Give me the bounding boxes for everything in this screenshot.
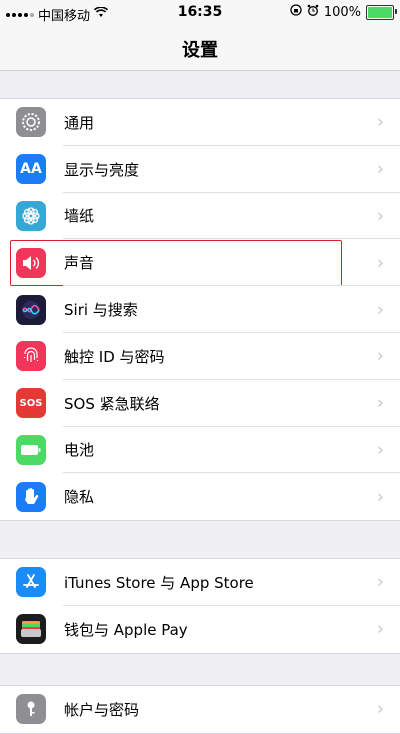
settings-row-label: 触控 ID 与密码 bbox=[64, 347, 165, 366]
settings-row-label: 钱包与 Apple Pay bbox=[64, 620, 188, 639]
chevron-right-icon: › bbox=[376, 345, 384, 367]
battery-icon bbox=[16, 434, 46, 465]
speaker-icon bbox=[16, 247, 46, 278]
orientation-lock-icon bbox=[290, 4, 302, 20]
settings-row-label: 电池 bbox=[64, 441, 95, 460]
settings-row-battery[interactable]: 电池 › bbox=[0, 427, 400, 474]
siri-icon bbox=[16, 294, 46, 325]
chevron-right-icon: › bbox=[376, 486, 384, 508]
chevron-right-icon: › bbox=[376, 205, 384, 227]
wallet-icon bbox=[16, 614, 46, 645]
settings-group-1: 通用 › AA 显示与亮度 › 墙纸 › 声音 › Siri 与搜索 › 触控 … bbox=[0, 98, 400, 522]
settings-row-label: 声音 bbox=[64, 254, 95, 273]
chevron-right-icon: › bbox=[376, 252, 384, 274]
settings-row-label: 帐户与密码 bbox=[64, 700, 140, 719]
battery-status-icon bbox=[366, 4, 397, 20]
settings-row-emergency-sos[interactable]: SOS SOS 紧急联络 › bbox=[0, 380, 400, 427]
page-title: 设置 bbox=[182, 40, 218, 61]
gear-icon bbox=[16, 107, 46, 138]
chevron-right-icon: › bbox=[376, 299, 384, 321]
battery-percent: 100% bbox=[323, 4, 361, 20]
settings-row-label: 隐私 bbox=[64, 488, 95, 507]
status-bar: 中国移动 16:35 100% bbox=[0, 0, 400, 26]
settings-row-wallet-apple-pay[interactable]: 钱包与 Apple Pay › bbox=[0, 606, 400, 653]
wallpaper-flower-icon bbox=[16, 200, 46, 231]
chevron-right-icon: › bbox=[376, 571, 384, 593]
alarm-icon bbox=[307, 4, 319, 20]
settings-row-sounds[interactable]: 声音 › bbox=[0, 239, 400, 287]
chevron-right-icon: › bbox=[376, 698, 384, 720]
settings-row-display-brightness[interactable]: AA 显示与亮度 › bbox=[0, 146, 400, 193]
settings-row-label: SOS 紧急联络 bbox=[64, 394, 160, 413]
chevron-right-icon: › bbox=[376, 439, 384, 461]
settings-group-3: 帐户与密码 › bbox=[0, 685, 400, 734]
status-right: 100% bbox=[290, 4, 397, 20]
settings-row-label: Siri 与搜索 bbox=[64, 301, 138, 320]
settings-row-label: 通用 bbox=[64, 113, 95, 132]
chevron-right-icon: › bbox=[376, 111, 384, 133]
fingerprint-icon bbox=[16, 341, 46, 372]
display-brightness-icon: AA bbox=[16, 154, 46, 185]
settings-row-privacy[interactable]: 隐私 › bbox=[0, 473, 400, 520]
app-store-icon bbox=[16, 567, 46, 598]
settings-row-label: 显示与亮度 bbox=[64, 160, 140, 179]
chevron-right-icon: › bbox=[376, 392, 384, 414]
settings-row-label: iTunes Store 与 App Store bbox=[64, 573, 254, 592]
sos-icon: SOS bbox=[16, 388, 46, 419]
settings-row-wallpaper[interactable]: 墙纸 › bbox=[0, 193, 400, 240]
settings-row-accounts-passwords[interactable]: 帐户与密码 › bbox=[0, 686, 400, 733]
settings-row-itunes-app-store[interactable]: iTunes Store 与 App Store › bbox=[0, 559, 400, 606]
settings-row-touch-id-passcode[interactable]: 触控 ID 与密码 › bbox=[0, 333, 400, 380]
key-icon bbox=[16, 694, 46, 725]
hand-icon bbox=[16, 481, 46, 512]
chevron-right-icon: › bbox=[376, 618, 384, 640]
chevron-right-icon: › bbox=[376, 158, 384, 180]
settings-row-siri-search[interactable]: Siri 与搜索 › bbox=[0, 286, 400, 333]
settings-row-label: 墙纸 bbox=[64, 207, 95, 226]
navigation-bar: 设置 bbox=[0, 26, 400, 71]
settings-row-general[interactable]: 通用 › bbox=[0, 99, 400, 146]
settings-group-2: iTunes Store 与 App Store › 钱包与 Apple Pay… bbox=[0, 558, 400, 654]
